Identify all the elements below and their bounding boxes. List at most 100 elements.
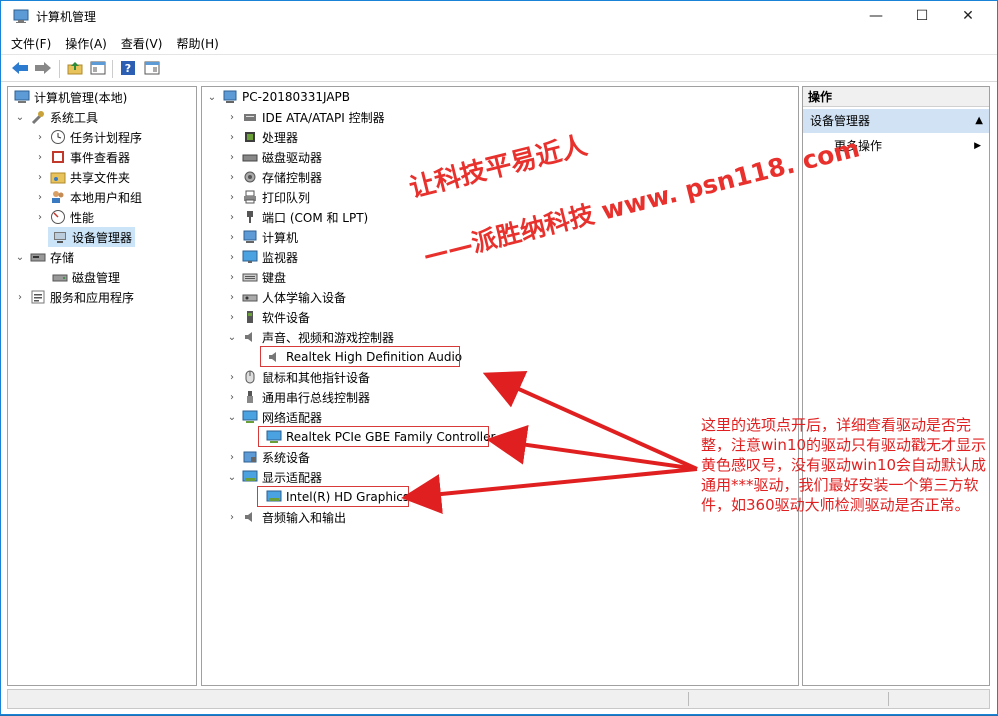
forward-button[interactable] [33,58,53,78]
tree-label: 设备管理器 [72,230,133,245]
chevron-right-icon[interactable]: › [226,212,238,223]
back-button[interactable] [10,58,30,78]
chevron-down-icon[interactable]: ⌄ [226,412,238,423]
tree-label: 计算机管理(本地) [34,90,128,105]
software-device-icon [242,309,258,325]
device-category-label: 鼠标和其他指针设备 [262,370,371,385]
show-hide-tree-button[interactable] [88,58,108,78]
tree-item-task-scheduler[interactable]: › 任务计划程序 [34,127,142,147]
tree-item-event-viewer[interactable]: › 事件查看器 [34,147,130,167]
device-category[interactable]: › 音频输入和输出 [226,507,346,527]
device-category[interactable]: › 处理器 [226,127,298,147]
chevron-right-icon[interactable]: › [34,212,46,223]
chevron-right-icon[interactable]: › [34,192,46,203]
tree-item-device-manager[interactable]: 设备管理器 [48,227,136,247]
actions-section-label: 设备管理器 [810,114,871,128]
chevron-right-icon[interactable]: › [226,512,238,523]
tree-item-disk-management[interactable]: 磁盘管理 [48,267,120,287]
chevron-right-icon[interactable]: › [226,112,238,123]
menu-bar: 文件(F) 操作(A) 查看(V) 帮助(H) [1,32,997,54]
help-icon: ? [121,61,135,75]
device-category[interactable]: › 磁盘驱动器 [226,147,322,167]
tree-label: 系统工具 [50,110,99,125]
tree-item-system-tools[interactable]: ⌄ 系统工具 [14,107,98,127]
device-category-label: 磁盘驱动器 [262,150,323,165]
chevron-right-icon[interactable]: › [14,292,26,303]
device-category[interactable]: › 通用串行总线控制器 [226,387,370,407]
performance-icon [50,209,66,225]
device-category[interactable]: › 人体学输入设备 [226,287,346,307]
tree-label: 共享文件夹 [70,170,131,185]
device-category[interactable]: › 鼠标和其他指针设备 [226,367,370,387]
tree-item-storage[interactable]: ⌄ 存储 [14,247,74,267]
menu-view[interactable]: 查看(V) [121,35,163,52]
device-category[interactable]: › 系统设备 [226,447,310,467]
menu-action[interactable]: 操作(A) [65,35,107,52]
chevron-right-icon[interactable]: › [226,192,238,203]
chevron-right-icon[interactable]: › [226,372,238,383]
tree-item-computer-management[interactable]: 计算机管理(本地) [10,87,127,107]
chevron-right-icon[interactable]: › [34,132,46,143]
chevron-down-icon[interactable]: ⌄ [14,112,26,123]
chevron-down-icon[interactable]: ⌄ [14,252,26,263]
tree-label: 服务和应用程序 [50,290,135,305]
chevron-right-icon[interactable]: › [226,252,238,263]
device-category[interactable]: ⌄ 网络适配器 [226,407,322,427]
menu-help[interactable]: 帮助(H) [176,35,218,52]
highlight-box-ethernet [258,426,489,447]
chevron-right-icon[interactable]: › [226,272,238,283]
chevron-right-icon[interactable]: › [226,232,238,243]
device-category-label: 计算机 [262,230,299,245]
device-category[interactable]: ⌄ 显示适配器 [226,467,322,487]
tree-item-performance[interactable]: › 性能 [34,207,94,227]
tree-label: 本地用户和组 [70,190,143,205]
device-category[interactable]: › IDE ATA/ATAPI 控制器 [226,107,385,127]
close-button[interactable]: ✕ [945,1,991,31]
chevron-right-icon[interactable]: › [226,392,238,403]
show-action-pane-button[interactable] [142,58,162,78]
device-root[interactable]: ⌄ PC-20180331JAPB [206,87,350,107]
chevron-right-icon[interactable]: › [226,292,238,303]
device-category[interactable]: › 端口 (COM 和 LPT) [226,207,368,227]
device-category[interactable]: › 打印队列 [226,187,310,207]
computer-management-window: 计算机管理 — ☐ ✕ 文件(F) 操作(A) 查看(V) 帮助(H) ? 计算… [0,0,998,715]
chevron-right-icon[interactable]: › [226,172,238,183]
device-category-label: IDE ATA/ATAPI 控制器 [262,110,385,125]
chevron-down-icon[interactable]: ⌄ [226,472,238,483]
chevron-right-icon[interactable]: › [226,132,238,143]
forward-arrow-icon [35,62,51,74]
device-category[interactable]: › 存储控制器 [226,167,322,187]
chevron-right-icon[interactable]: › [34,172,46,183]
up-folder-button[interactable] [65,58,85,78]
action-pane-icon [144,61,160,75]
device-category-label: 端口 (COM 和 LPT) [262,210,369,225]
minimize-button[interactable]: — [853,1,899,31]
device-category[interactable]: ⌄ 声音、视频和游戏控制器 [226,327,394,347]
chevron-right-icon[interactable]: › [34,152,46,163]
tree-item-local-users[interactable]: › 本地用户和组 [34,187,142,207]
collapse-up-icon[interactable]: ▲ [975,109,983,133]
chevron-right-icon[interactable]: › [226,152,238,163]
device-category[interactable]: › 计算机 [226,227,298,247]
device-category[interactable]: › 软件设备 [226,307,310,327]
device-manager-icon [52,229,68,245]
device-category-label: 音频输入和输出 [262,510,347,525]
chevron-right-icon[interactable]: › [226,312,238,323]
device-category-label: 显示适配器 [262,470,323,485]
maximize-button[interactable]: ☐ [899,1,945,31]
menu-file[interactable]: 文件(F) [11,35,51,52]
chevron-right-icon[interactable]: › [226,452,238,463]
device-category-label: 处理器 [262,130,299,145]
disk-icon [52,269,68,285]
device-category[interactable]: › 监视器 [226,247,298,267]
tree-item-services-apps[interactable]: › 服务和应用程序 [14,287,134,307]
chevron-down-icon[interactable]: ⌄ [226,332,238,343]
tree-item-shared-folders[interactable]: › 共享文件夹 [34,167,130,187]
actions-section-device-manager[interactable]: 设备管理器 ▲ [803,109,989,133]
actions-pane: 操作 设备管理器 ▲ 更多操作 ▶ [802,86,990,686]
svg-text:?: ? [125,62,131,75]
device-category[interactable]: › 键盘 [226,267,286,287]
chevron-down-icon[interactable]: ⌄ [206,92,218,103]
tree-label: 磁盘管理 [72,270,121,285]
help-button[interactable]: ? [118,58,138,78]
